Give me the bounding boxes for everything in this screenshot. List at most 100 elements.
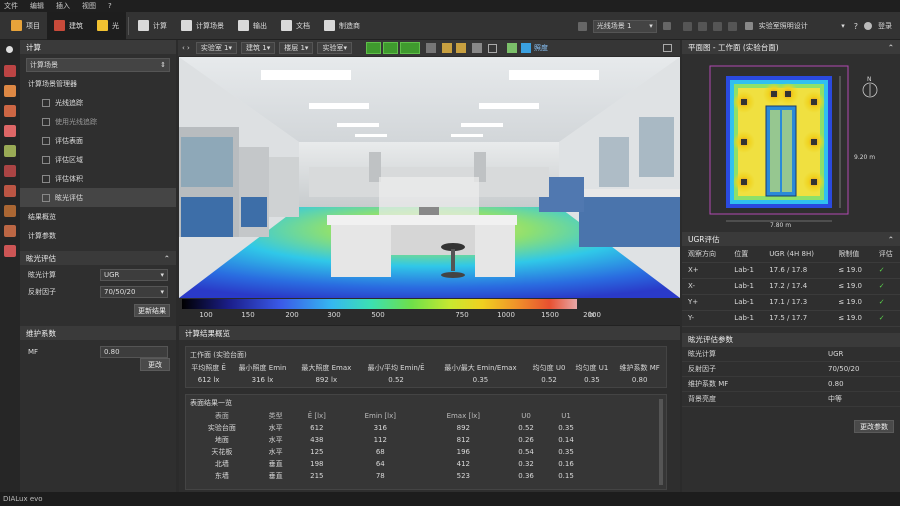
luminaire-icon[interactable] xyxy=(741,99,747,105)
angle-icon[interactable] xyxy=(455,43,466,53)
breadcrumb-label: 楼层 1 xyxy=(284,44,305,52)
measure-icon[interactable] xyxy=(441,43,452,53)
dim-height-label: 9.20 m xyxy=(854,154,876,161)
calc-scene-dropdown[interactable]: 计算场景 ⇕ xyxy=(26,58,170,72)
login-button[interactable]: 登录 xyxy=(878,21,892,31)
light-scene-select[interactable]: 光线场景 1 ▾ xyxy=(592,19,657,33)
menu-item[interactable]: 文件 xyxy=(4,1,18,11)
luminaire-icon[interactable] xyxy=(811,179,817,185)
luminaire-icon[interactable] xyxy=(741,179,747,185)
breadcrumb-select[interactable]: 楼层 1 ▾ xyxy=(279,42,314,54)
chart-icon[interactable] xyxy=(4,205,16,217)
menu-item[interactable]: ? xyxy=(108,2,112,10)
calc-nav-item[interactable]: 评估区域 xyxy=(20,150,176,169)
view-menu-icon[interactable]: ‹ › xyxy=(182,44,190,52)
table-cell: 17.5 / 17.7 xyxy=(763,310,833,327)
undo-icon[interactable] xyxy=(682,21,692,31)
view-3d-icon[interactable] xyxy=(382,42,398,54)
luminaire-icon[interactable] xyxy=(785,91,791,97)
breadcrumb-select[interactable]: 建筑 1 ▾ xyxy=(241,42,276,54)
layout-icon[interactable] xyxy=(727,21,737,31)
table-row[interactable]: 北墙 垂直 198 64 412 0.32 0.16 xyxy=(186,458,586,470)
toolbar-manufacturer-button[interactable]: 制造商 xyxy=(317,12,367,40)
grid-icon[interactable] xyxy=(4,145,16,157)
grid-toggle-icon[interactable] xyxy=(471,43,482,53)
luminaire-icon[interactable] xyxy=(741,139,747,145)
menu-item[interactable]: 视图 xyxy=(82,1,96,11)
cut-icon[interactable] xyxy=(425,43,436,53)
toolbar-light-button[interactable]: 光 xyxy=(90,11,126,40)
change-params-button[interactable]: 更改参数 xyxy=(854,420,894,433)
calc-nav-item[interactable]: 评估表面 xyxy=(20,131,176,150)
project-select[interactable]: 实验室照明设计 ▾ xyxy=(756,20,848,33)
calc-nav-item[interactable]: 眩光评估 xyxy=(20,188,176,207)
table-row[interactable]: Y- Lab-1 17.5 / 17.7 ≤ 19.0 ✓ xyxy=(682,310,900,327)
luminaire-icon[interactable] xyxy=(811,99,817,105)
calc-icon[interactable] xyxy=(4,165,16,177)
calc-nav-item[interactable]: 使用光线追踪 xyxy=(20,112,176,131)
glare-calc-select[interactable]: UGR ▾ xyxy=(100,268,168,281)
user-icon[interactable] xyxy=(864,22,872,30)
menu-item[interactable]: 编辑 xyxy=(30,1,44,11)
toolbar-calc-button[interactable]: 计算 xyxy=(131,12,174,40)
panel-toggle-icon[interactable] xyxy=(663,44,672,52)
toolbar-project-button[interactable]: 项目 xyxy=(4,12,47,40)
table-row[interactable]: 东墙 垂直 215 78 523 0.36 0.15 xyxy=(186,470,586,482)
pass-check-icon: ✓ xyxy=(872,294,900,311)
table-row[interactable]: X+ Lab-1 17.6 / 17.8 ≤ 19.0 ✓ xyxy=(682,262,900,279)
breadcrumb-select[interactable]: 实验室 ▾ xyxy=(317,42,352,54)
summary-value: 892 lx xyxy=(315,376,338,384)
luminaire-icon[interactable] xyxy=(811,139,817,145)
building-icon[interactable] xyxy=(4,65,16,77)
calc-nav-item[interactable]: 结果概览 xyxy=(20,207,176,226)
toolbar-document-button[interactable]: 文档 xyxy=(274,12,317,40)
table-row[interactable]: X- Lab-1 17.2 / 17.4 ≤ 19.0 ✓ xyxy=(682,278,900,295)
illuminance-mode-icon[interactable] xyxy=(520,43,531,53)
table-cell: 0.36 xyxy=(518,472,534,480)
calc-nav-item[interactable]: 评估体积 xyxy=(20,169,176,188)
settings-icon[interactable] xyxy=(662,22,671,30)
calc-nav-item[interactable]: 计算场景管理器 xyxy=(20,74,176,93)
collapse-icon[interactable]: ⌃ xyxy=(164,254,170,263)
3d-render-viewport[interactable] xyxy=(179,57,680,298)
menu-item[interactable]: 插入 xyxy=(56,1,70,11)
breadcrumb-label: 实验室 1 xyxy=(200,44,229,52)
scene-list-icon[interactable] xyxy=(577,21,587,31)
collapse-icon[interactable]: ⌃ xyxy=(888,235,894,244)
mf-input[interactable]: 0.80 xyxy=(100,345,168,358)
update-results-button[interactable]: 更新结果 xyxy=(134,304,170,317)
help-icon[interactable]: ? xyxy=(854,22,858,31)
toolbar-output-button[interactable]: 输出 xyxy=(231,12,274,40)
pen-icon[interactable] xyxy=(506,43,517,53)
light-icon[interactable] xyxy=(4,85,16,97)
collapse-icon[interactable]: ⌃ xyxy=(888,43,894,52)
lamp-icon[interactable] xyxy=(4,125,16,137)
surface-icon[interactable] xyxy=(4,105,16,117)
toolbar-building-button[interactable]: 建筑 xyxy=(47,11,90,40)
chevron-updown-icon: ⇕ xyxy=(160,61,166,69)
calc-nav-item[interactable]: 光线追踪 xyxy=(20,93,176,112)
reflect-select[interactable]: 70/50/20 ▾ xyxy=(100,285,168,298)
breadcrumb-select[interactable]: 实验室 1 ▾ xyxy=(195,42,238,54)
table-row[interactable]: 天花板 水平 125 68 196 0.54 0.35 xyxy=(186,446,586,458)
table-row[interactable]: Y+ Lab-1 17.1 / 17.3 ≤ 19.0 ✓ xyxy=(682,294,900,311)
table-cell: 0.54 xyxy=(518,448,534,456)
plan-view[interactable]: N 9.20 m 7.80 m xyxy=(682,54,900,230)
output-icon[interactable] xyxy=(4,225,16,237)
scene-icon xyxy=(181,20,192,31)
view-2d-icon[interactable] xyxy=(365,42,381,54)
table-row[interactable]: 地面 水平 438 112 812 0.26 0.14 xyxy=(186,434,586,446)
fullscreen-icon[interactable] xyxy=(487,43,497,53)
calc-nav-item[interactable]: 计算参数 xyxy=(20,226,176,245)
change-mf-button[interactable]: 更改 xyxy=(140,358,170,371)
report-icon[interactable] xyxy=(4,245,16,257)
toolbar-scene-button[interactable]: 计算场景 xyxy=(174,12,231,40)
view-mode-icon[interactable] xyxy=(712,21,722,31)
table-row[interactable]: 实验台面 水平 612 316 892 0.52 0.35 xyxy=(186,422,586,434)
view-plan-icon[interactable] xyxy=(399,42,420,54)
results-scrollbar[interactable] xyxy=(659,399,663,485)
pointer-icon[interactable] xyxy=(6,46,13,53)
redo-icon[interactable] xyxy=(697,21,707,31)
plan-icon[interactable] xyxy=(4,185,16,197)
luminaire-icon[interactable] xyxy=(771,91,777,97)
